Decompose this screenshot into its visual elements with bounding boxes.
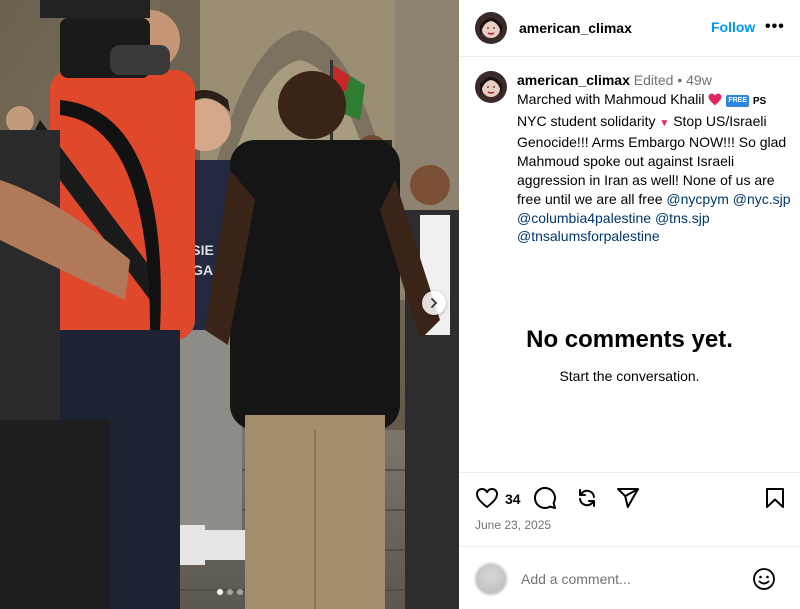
carousel-indicator (0, 589, 459, 595)
post-actions: 34 (475, 486, 787, 512)
bookmark-icon[interactable] (763, 486, 787, 510)
more-options-button[interactable]: ••• (765, 18, 785, 36)
caption-text: american_climax Edited • 49w Marched wit… (517, 71, 793, 246)
chevron-right-icon (431, 298, 438, 308)
like-count[interactable]: 34 (505, 491, 521, 507)
carousel-dot-3 (236, 589, 243, 595)
repost-icon[interactable] (575, 486, 599, 510)
carousel-dot-1 (216, 589, 223, 595)
red-triangle-emoji-icon: ▼ (659, 117, 670, 129)
red-heart-emoji-icon (709, 93, 722, 106)
author-username[interactable]: american_climax (519, 20, 632, 36)
post-date[interactable]: June 23, 2025 (475, 518, 551, 532)
comment-divider (459, 546, 800, 547)
heart-icon[interactable] (475, 486, 499, 510)
add-comment-bar (475, 559, 785, 599)
meta-separator: • (677, 72, 683, 88)
comment-icon[interactable] (533, 486, 557, 510)
post-age[interactable]: 49w (686, 72, 712, 88)
photo-scene: E SIE AGA (0, 0, 459, 609)
ps-flag-text: PS (752, 95, 767, 107)
caption-line-2: NYC student solidarity (517, 112, 656, 129)
current-user-avatar (475, 563, 507, 595)
follow-button[interactable]: Follow (711, 19, 755, 35)
header-divider (459, 56, 800, 57)
mention-link[interactable]: @columbia4palestine (517, 210, 651, 226)
comment-input[interactable] (521, 571, 741, 587)
empty-comments: No comments yet. Start the conversation. (459, 326, 800, 384)
caption-line-1: Marched with Mahmoud Khalil (517, 90, 705, 107)
carousel-next-button[interactable] (422, 291, 446, 315)
emoji-icon[interactable] (752, 567, 776, 591)
free-badge-emoji-icon: FREE (726, 94, 749, 107)
post-caption: american_climax Edited • 49w Marched wit… (475, 71, 795, 246)
empty-comments-title: No comments yet. (526, 326, 733, 353)
share-icon[interactable] (616, 486, 640, 510)
mention-link[interactable]: @nyc.sjp (733, 191, 791, 207)
mention-link[interactable]: @tnsalumsforpalestine (517, 228, 660, 244)
caption-username[interactable]: american_climax (517, 72, 630, 88)
post-side-panel: american_climax Follow ••• american_clim… (459, 0, 800, 609)
post-media[interactable]: E SIE AGA (0, 0, 459, 609)
mention-link[interactable]: @tns.sjp (655, 210, 710, 226)
actions-divider (459, 472, 800, 473)
caption-avatar[interactable] (475, 71, 507, 103)
avatar[interactable] (475, 12, 507, 44)
mention-link[interactable]: @nycpym (666, 191, 728, 207)
edited-label: Edited (633, 72, 674, 88)
carousel-dot-2 (226, 589, 233, 595)
empty-comments-subtitle: Start the conversation. (559, 368, 700, 384)
